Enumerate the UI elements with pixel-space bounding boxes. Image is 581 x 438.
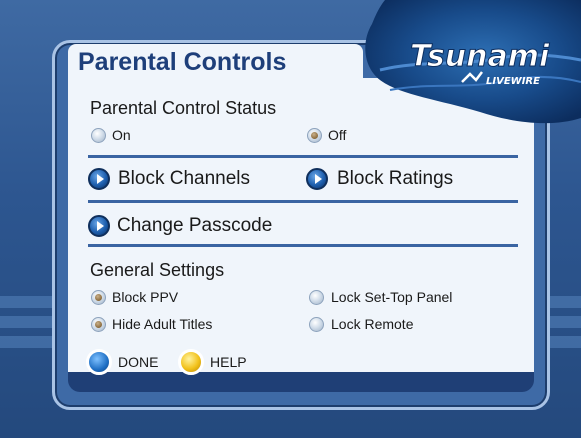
arrow-icon (88, 168, 110, 190)
status-off-radio[interactable] (307, 128, 322, 143)
arrow-icon (306, 168, 328, 190)
background-stripe (0, 316, 52, 328)
lock-remote-checkbox[interactable] (309, 317, 324, 332)
brand-name: Tsunami (410, 39, 550, 74)
done-label: DONE (118, 354, 159, 370)
background-stripe (550, 296, 581, 308)
background-stripe (0, 336, 52, 348)
hide-adult-titles-label: Hide Adult Titles (112, 316, 213, 332)
tsunami-logo: Tsunami LIVEWIRE (365, 0, 581, 124)
block-ratings-button[interactable]: Block Ratings (304, 166, 494, 192)
lock-set-top-panel-label: Lock Set-Top Panel (331, 289, 453, 305)
yellow-button-icon (178, 349, 204, 375)
help-label: HELP (210, 354, 247, 370)
done-button[interactable]: DONE (86, 348, 176, 378)
change-passcode-button[interactable]: Change Passcode (86, 213, 316, 239)
lock-remote-label: Lock Remote (331, 316, 414, 332)
block-channels-label: Block Channels (118, 168, 251, 189)
hide-adult-titles-checkbox[interactable] (91, 317, 106, 332)
brand-tagline: LIVEWIRE (486, 76, 540, 87)
lock-set-top-panel-checkbox[interactable] (309, 290, 324, 305)
status-heading: Parental Control Status (90, 98, 277, 118)
divider (88, 244, 518, 247)
page-title: Parental Controls (78, 48, 287, 76)
blue-button-icon (86, 349, 112, 375)
status-off-label: Off (328, 127, 347, 143)
divider (88, 200, 518, 203)
block-ratings-label: Block Ratings (337, 168, 454, 189)
help-button[interactable]: HELP (178, 348, 268, 378)
block-ppv-label: Block PPV (112, 289, 179, 305)
background-stripe (550, 316, 581, 328)
block-channels-button[interactable]: Block Channels (86, 166, 286, 192)
block-ppv-checkbox[interactable] (91, 290, 106, 305)
status-on-radio[interactable] (91, 128, 106, 143)
status-on-label: On (112, 127, 131, 143)
arrow-icon (88, 215, 110, 237)
divider (88, 155, 518, 158)
background-stripe (550, 336, 581, 348)
change-passcode-label: Change Passcode (117, 215, 273, 236)
background-stripe (0, 296, 52, 308)
general-settings-heading: General Settings (90, 260, 225, 280)
